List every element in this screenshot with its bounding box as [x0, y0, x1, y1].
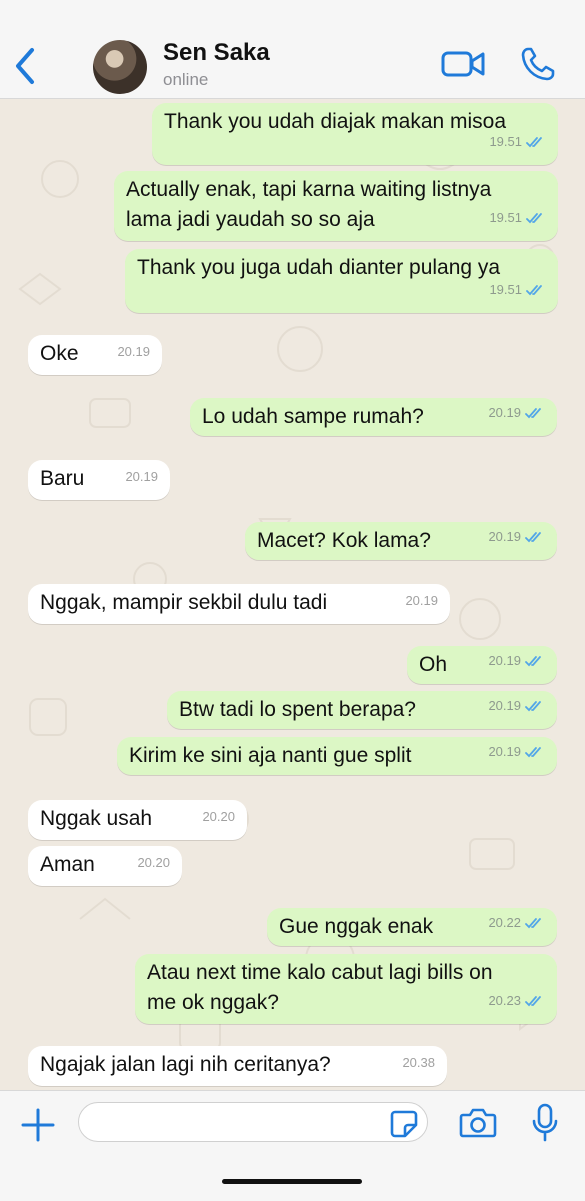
message-input[interactable]: [78, 1102, 428, 1142]
message-time: 20.23: [488, 993, 521, 1008]
incoming-message[interactable]: Baru 20.19: [28, 460, 170, 500]
read-ticks-icon: [526, 137, 542, 148]
message-time: 20.19: [125, 469, 158, 484]
outgoing-message[interactable]: Btw tadi lo spent berapa? 20.19: [167, 691, 557, 729]
message-meta: 20.19: [488, 691, 545, 721]
outgoing-message[interactable]: Thank you juga udah dianter pulang ya 19.…: [125, 249, 558, 313]
message-time: 20.19: [488, 698, 521, 713]
message-list[interactable]: Thank you udah diajak makan misoa 19.51 Ac…: [0, 99, 585, 1090]
camera-icon[interactable]: [459, 1107, 497, 1139]
message-meta: 20.22: [488, 908, 545, 938]
message-meta: 20.19: [405, 586, 438, 616]
message-time: 19.51: [489, 282, 522, 297]
message-meta: 20.19: [117, 337, 150, 367]
message-time: 20.22: [488, 915, 521, 930]
message-time: 20.19: [488, 653, 521, 668]
message-time: 19.51: [489, 134, 522, 149]
read-ticks-icon: [525, 747, 541, 758]
message-meta: 20.19: [125, 462, 158, 492]
message-time: 20.19: [405, 593, 438, 608]
outgoing-message[interactable]: Macet? Kok lama? 20.19: [245, 522, 557, 560]
message-meta: 20.23: [488, 986, 545, 1016]
read-ticks-icon: [526, 213, 542, 224]
contact-name[interactable]: Sen Saka: [163, 39, 270, 67]
outgoing-message[interactable]: Thank you udah diajak makan misoa 19.51: [152, 103, 558, 165]
avatar[interactable]: [93, 40, 147, 94]
outgoing-message[interactable]: Gue nggak enak 20.22: [267, 908, 557, 946]
outgoing-message[interactable]: Oh 20.19: [407, 646, 557, 684]
message-time: 19.51: [489, 210, 522, 225]
chat-header: Sen Saka online: [0, 0, 585, 99]
message-time: 20.38: [402, 1055, 435, 1070]
message-text: lama jadi yaudah so so aja: [126, 208, 375, 231]
message-text: Actually enak, tapi karna waiting listny…: [126, 178, 492, 201]
message-time: 20.19: [488, 405, 521, 420]
message-time: 20.20: [202, 809, 235, 824]
video-camera-icon[interactable]: [441, 48, 485, 80]
message-meta: 20.20: [202, 802, 235, 832]
message-meta: 20.19: [488, 737, 545, 767]
microphone-icon[interactable]: [530, 1103, 560, 1143]
message-time: 20.19: [117, 344, 150, 359]
read-ticks-icon: [525, 532, 541, 543]
message-meta: 20.19: [488, 522, 545, 552]
outgoing-message[interactable]: Actually enak, tapi karna waiting listny…: [114, 171, 558, 241]
phone-icon[interactable]: [520, 46, 556, 82]
message-meta: 20.19: [488, 646, 545, 676]
read-ticks-icon: [525, 408, 541, 419]
message-text: Nggak, mampir sekbil dulu tadi: [40, 591, 328, 614]
read-ticks-icon: [525, 918, 541, 929]
chevron-left-icon[interactable]: [10, 44, 40, 88]
read-ticks-icon: [525, 996, 541, 1007]
message-meta: 19.51: [489, 127, 546, 157]
message-text: Thank you juga udah dianter pulang ya: [137, 256, 501, 279]
message-time: 20.20: [137, 855, 170, 870]
message-meta: 20.38: [402, 1048, 435, 1078]
read-ticks-icon: [525, 701, 541, 712]
message-time: 20.19: [488, 529, 521, 544]
incoming-message[interactable]: Oke 20.19: [28, 335, 162, 375]
outgoing-message[interactable]: Lo udah sampe rumah? 20.19: [190, 398, 557, 436]
read-ticks-icon: [525, 656, 541, 667]
message-text: me ok nggak?: [147, 991, 279, 1014]
message-meta: 20.20: [137, 848, 170, 878]
incoming-message[interactable]: Aman 20.20: [28, 846, 182, 886]
incoming-message[interactable]: Nggak, mampir sekbil dulu tadi 20.19: [28, 584, 450, 624]
message-text: Ngajak jalan lagi nih ceritanya?: [40, 1053, 331, 1076]
incoming-message[interactable]: Ngajak jalan lagi nih ceritanya? 20.38: [28, 1046, 447, 1086]
plus-icon[interactable]: [20, 1107, 56, 1143]
outgoing-message[interactable]: Atau next time kalo cabut lagi bills on m…: [135, 954, 557, 1024]
message-time: 20.19: [488, 744, 521, 759]
message-meta: 19.51: [489, 275, 546, 305]
composer-bar: [0, 1090, 585, 1201]
outgoing-message[interactable]: Kirim ke sini aja nanti gue split 20.19: [117, 737, 557, 775]
incoming-message[interactable]: Nggak usah 20.20: [28, 800, 247, 840]
sticker-icon[interactable]: [389, 1109, 419, 1139]
message-text: Kirim ke sini aja nanti gue split: [129, 744, 412, 767]
message-text: Atau next time kalo cabut lagi bills on: [147, 961, 493, 984]
message-meta: 20.19: [488, 398, 545, 428]
contact-status: online: [163, 70, 209, 89]
read-ticks-icon: [526, 285, 542, 296]
message-meta: 19.51: [489, 203, 546, 233]
home-indicator: [222, 1179, 362, 1184]
